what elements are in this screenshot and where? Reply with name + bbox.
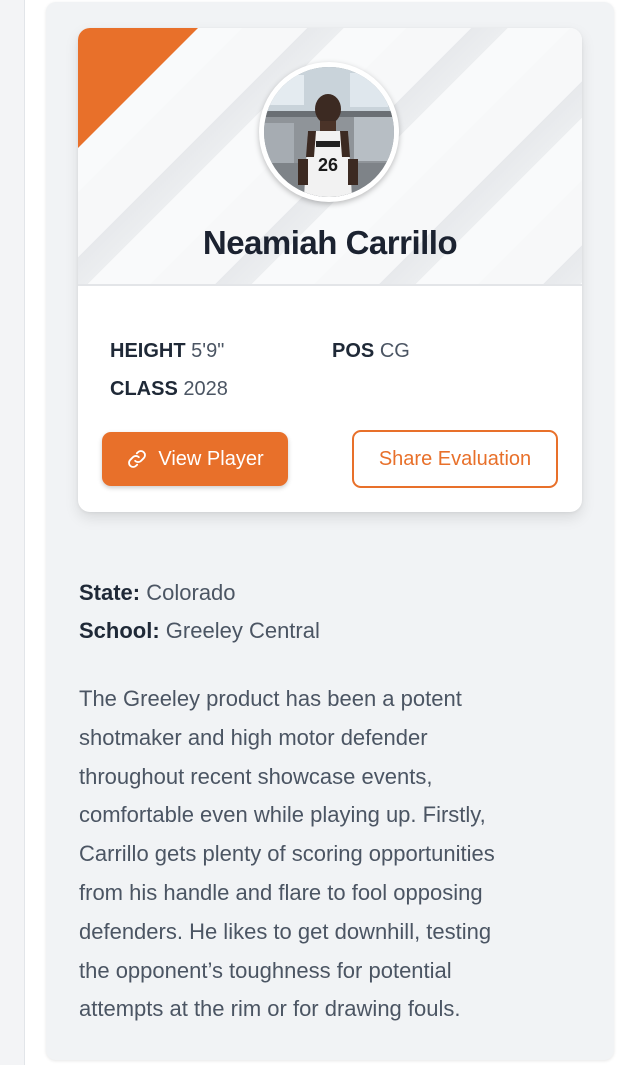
- card-header: 26 Neamiah Carrillo: [78, 28, 582, 286]
- svg-text:26: 26: [318, 155, 338, 175]
- accent-corner: [78, 28, 198, 148]
- pos-label: POS: [332, 340, 375, 362]
- class-value: 2028: [183, 378, 228, 400]
- class-label: CLASS: [110, 378, 178, 400]
- school-line: School: Greeley Central: [79, 618, 320, 644]
- evaluation-panel: 26 Neamiah Carrillo HEIGHT 5'9" POS CG C…: [46, 2, 614, 1060]
- stat-class: CLASS 2028: [110, 378, 228, 401]
- state-line: State: Colorado: [79, 580, 236, 606]
- pos-value: CG: [379, 340, 410, 362]
- bio-line: Carrillo gets plenty of scoring opportun…: [79, 841, 495, 867]
- share-evaluation-label: Share Evaluation: [378, 447, 532, 470]
- bio-line: comfortable even while playing up. First…: [79, 802, 486, 828]
- school-value: Greeley Central: [165, 618, 320, 643]
- view-player-label: View Player: [158, 447, 264, 470]
- player-card: 26 Neamiah Carrillo HEIGHT 5'9" POS CG C…: [78, 28, 582, 512]
- stat-position: POS CG: [332, 340, 410, 363]
- state-value: Colorado: [146, 580, 236, 605]
- bio-line: attempts at the rim or for drawing fouls…: [79, 996, 461, 1022]
- link-icon: [128, 450, 147, 468]
- share-evaluation-button[interactable]: Share Evaluation: [352, 430, 558, 488]
- state-label: State:: [79, 580, 141, 605]
- bio-line: throughout recent showcase events,: [79, 763, 433, 789]
- view-player-button[interactable]: View Player: [102, 432, 288, 486]
- bio-line: defenders. He likes to get downhill, tes…: [79, 918, 492, 944]
- school-label: School:: [79, 618, 160, 643]
- avatar[interactable]: 26: [259, 62, 399, 202]
- stat-height: HEIGHT 5'9": [110, 340, 224, 363]
- height-label: HEIGHT: [110, 340, 186, 362]
- bio-line: shotmaker and high motor defender: [79, 724, 428, 750]
- bio-text: The Greeley product has been a potent sh…: [79, 680, 599, 1029]
- bio-line: from his handle and flare to fool opposi…: [79, 879, 483, 905]
- bio-line: The Greeley product has been a potent: [79, 686, 462, 711]
- left-rail: [0, 0, 25, 1065]
- bio-line: the opponent’s toughness for potential: [79, 957, 452, 983]
- height-value: 5'9": [191, 340, 225, 362]
- player-photo: 26: [264, 67, 394, 197]
- player-name: Neamiah Carrillo: [202, 224, 458, 261]
